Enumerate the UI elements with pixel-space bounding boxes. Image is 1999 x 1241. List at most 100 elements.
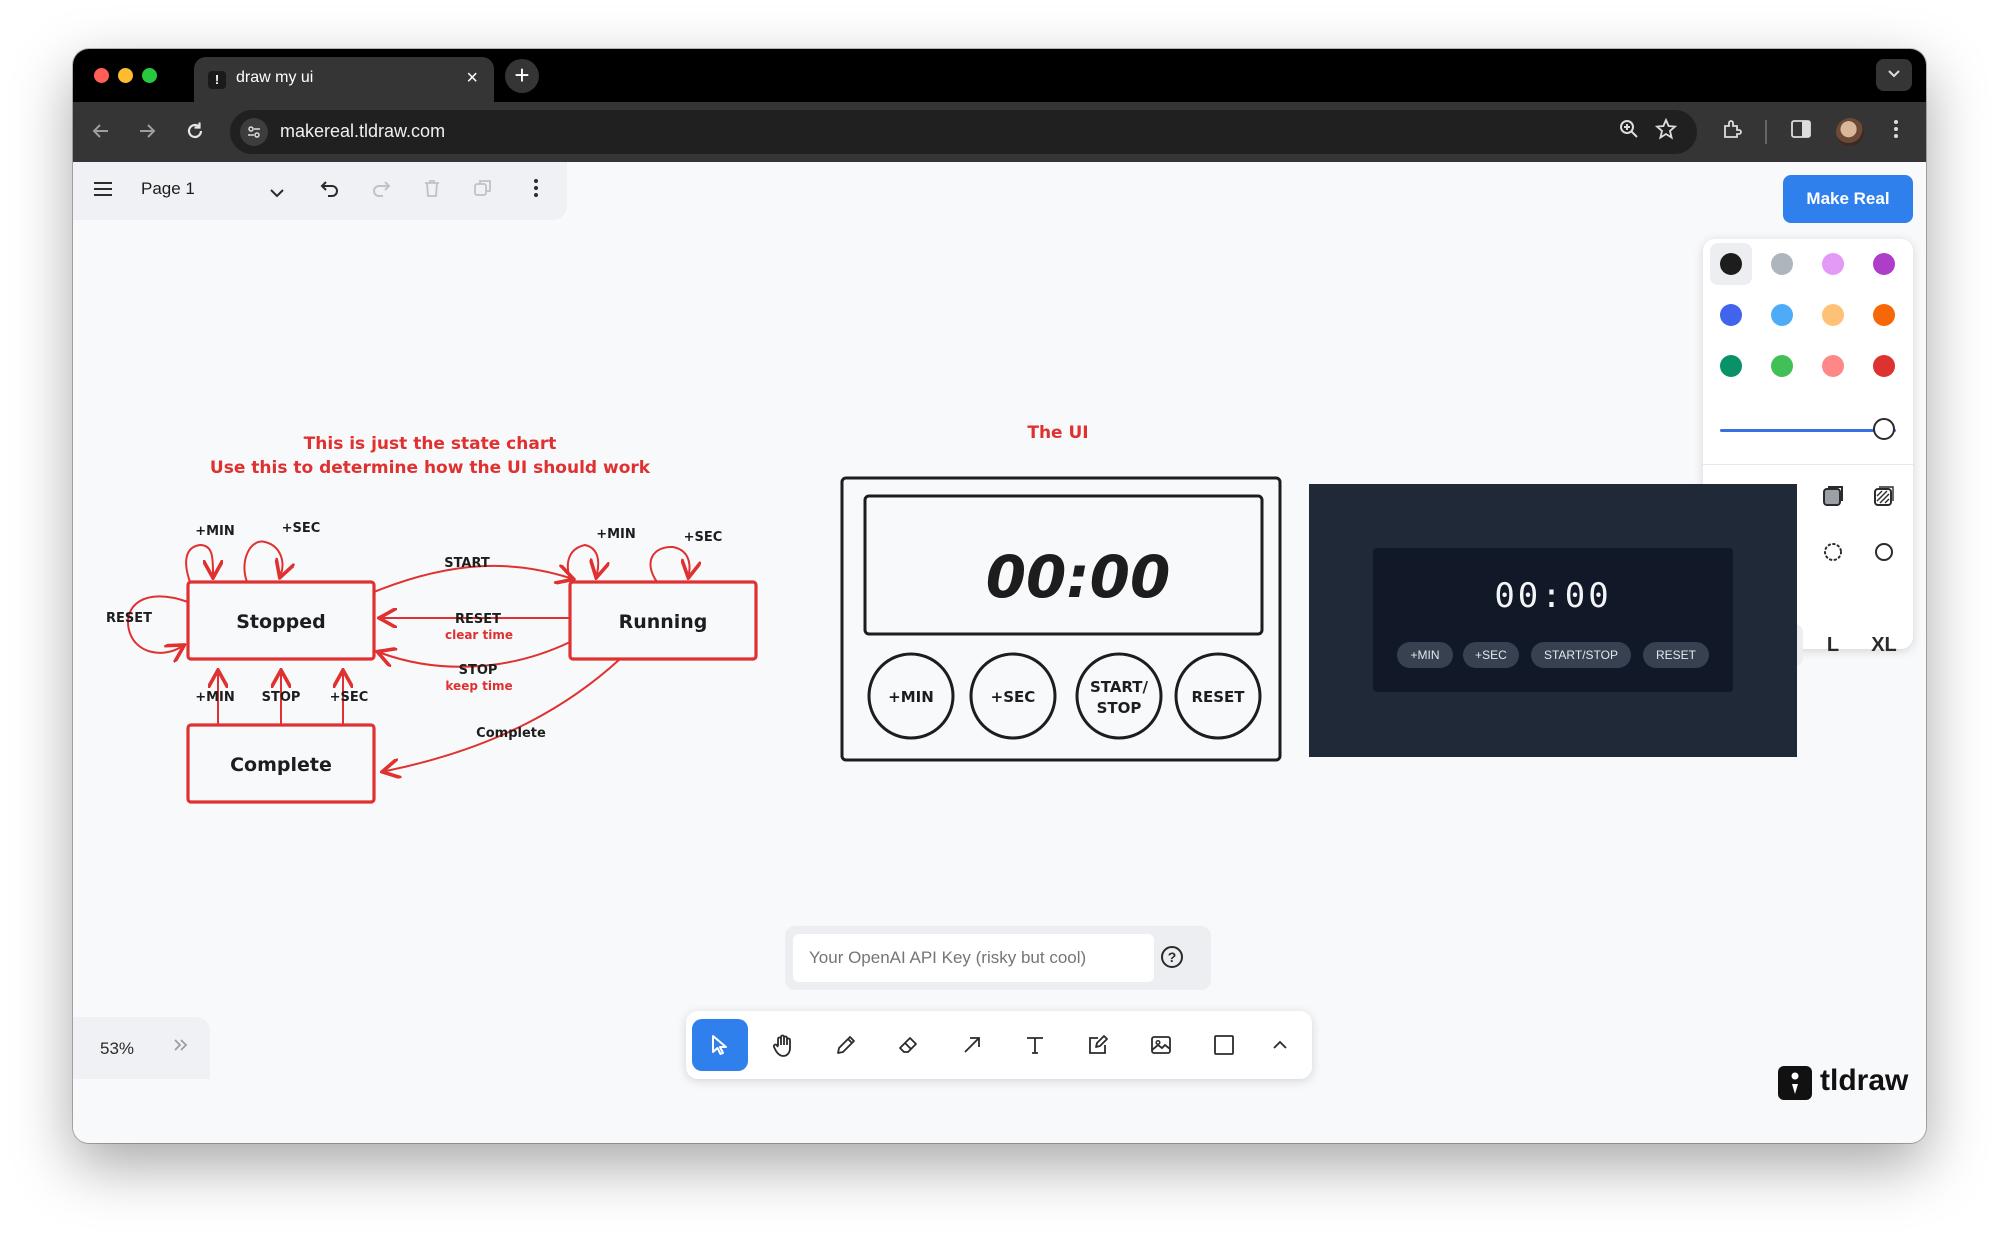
wireframe-frame[interactable]: [840, 476, 1282, 762]
wireframe-min-label: +MIN: [888, 688, 934, 706]
preview-timer-card: 00:00 +MIN +SEC START/STOP RESET: [1373, 548, 1733, 692]
url-text: makereal.tldraw.com: [280, 121, 446, 141]
brand-name: tldraw: [1820, 1064, 1909, 1097]
tldraw-canvas[interactable]: Page 1 Make Real L XL This is just the s…: [73, 162, 1926, 1143]
tool-select[interactable]: [692, 1019, 748, 1071]
zoom-panel: 53%: [73, 1017, 210, 1079]
forward-button[interactable]: [132, 116, 162, 146]
tab-title: draw my ui: [236, 69, 314, 86]
color-swatch[interactable]: [1822, 304, 1844, 326]
profile-avatar[interactable]: [1836, 118, 1864, 146]
state-chart-note-line2: Use this to determine how the UI should …: [210, 458, 651, 478]
generated-preview[interactable]: 00:00 +MIN +SEC START/STOP RESET: [1309, 484, 1797, 757]
opacity-slider-thumb[interactable]: [1873, 418, 1895, 440]
arrow-icon: [964, 1037, 980, 1053]
wireframe-heading: The UI: [1027, 423, 1088, 443]
tool-text[interactable]: [1007, 1019, 1063, 1071]
fill-pattern-icon[interactable]: [1872, 484, 1896, 508]
back-button[interactable]: [86, 116, 116, 146]
wireframe-reset-label: RESET: [1191, 688, 1245, 706]
size-option-xl[interactable]: XL: [1863, 624, 1905, 666]
wireframe-startstop-button[interactable]: [1075, 652, 1163, 740]
size-option-l[interactable]: L: [1812, 624, 1854, 666]
edge-sublabel-keep-time: keep time: [445, 679, 512, 693]
arrow-right-icon: [140, 124, 156, 138]
state-complete-label: Complete: [230, 754, 332, 776]
minimap-toggle-icon[interactable]: [173, 1036, 189, 1059]
color-swatch[interactable]: [1873, 304, 1895, 326]
complete-arrow: [386, 658, 621, 771]
color-swatch[interactable]: [1873, 253, 1895, 275]
browser-window: ! draw my ui × + makereal.tldraw.com Pag…: [73, 49, 1926, 1143]
preview-startstop-button[interactable]: START/STOP: [1531, 642, 1631, 668]
eraser-icon: [899, 1037, 917, 1053]
color-swatch[interactable]: [1771, 304, 1793, 326]
tool-draw[interactable]: [818, 1019, 874, 1071]
color-swatch[interactable]: [1873, 355, 1895, 377]
extensions-icon[interactable]: [1721, 118, 1743, 146]
wireframe-sec-label: +SEC: [991, 688, 1036, 706]
color-swatch[interactable]: [1720, 253, 1742, 275]
edge-label-running-sec: +SEC: [684, 530, 723, 545]
wireframe-time-display: 00:00: [986, 543, 1171, 611]
reload-button[interactable]: [180, 116, 210, 146]
color-swatch[interactable]: [1822, 355, 1844, 377]
api-key-panel: ?: [785, 926, 1211, 990]
browser-tab[interactable]: ! draw my ui ×: [194, 57, 494, 102]
wireframe-stop-label: STOP: [1097, 699, 1142, 717]
tools-toolbar: [686, 1011, 1312, 1079]
more-tools-button[interactable]: [1252, 1019, 1308, 1071]
side-panel-icon[interactable]: [1790, 118, 1812, 146]
more-menu-icon[interactable]: [1893, 118, 1899, 146]
color-swatch[interactable]: [1720, 355, 1742, 377]
color-swatch[interactable]: [1771, 355, 1793, 377]
dash-dotted-icon[interactable]: [1821, 540, 1845, 564]
tool-hand[interactable]: [755, 1019, 811, 1071]
tool-rectangle[interactable]: [1196, 1019, 1252, 1071]
tool-media[interactable]: [1133, 1019, 1189, 1071]
chevron-up-icon: [1273, 1040, 1287, 1049]
tab-search-button[interactable]: [1876, 59, 1912, 91]
address-bar[interactable]: makereal.tldraw.com: [230, 110, 1697, 154]
preview-time-display: 00:00: [1494, 576, 1612, 616]
tool-eraser[interactable]: [881, 1019, 937, 1071]
site-settings-icon[interactable]: [240, 118, 268, 146]
fill-solid-icon[interactable]: [1821, 484, 1845, 508]
running-min-arrow: [566, 543, 598, 583]
stopped-sec-arrow: [243, 540, 282, 583]
opacity-slider-track[interactable]: [1720, 429, 1896, 432]
api-key-input[interactable]: [793, 934, 1154, 982]
bookmark-star-icon[interactable]: [1654, 117, 1678, 146]
edge-label-reset-loop: RESET: [106, 611, 152, 626]
preview-sec-button[interactable]: +SEC: [1463, 642, 1519, 668]
state-stopped-label: Stopped: [236, 611, 326, 633]
dash-solid-icon[interactable]: [1872, 540, 1896, 564]
minimize-window-button[interactable]: [118, 68, 133, 83]
zoom-icon[interactable]: [1619, 119, 1639, 144]
edge-label-stopped-min: +MIN: [195, 524, 235, 539]
edge-label-complete: Complete: [476, 726, 546, 741]
tool-arrow[interactable]: [944, 1019, 1000, 1071]
preview-min-button[interactable]: +MIN: [1397, 642, 1453, 668]
running-sec-arrow: [649, 545, 689, 583]
state-chart-drawing[interactable]: This is just the state chart Use this to…: [73, 162, 1373, 882]
make-real-button[interactable]: Make Real: [1783, 175, 1913, 223]
stopped-min-arrow: [185, 543, 213, 583]
edge-label-bottom-min: +MIN: [195, 690, 235, 705]
new-tab-button[interactable]: +: [505, 59, 539, 93]
color-swatch[interactable]: [1822, 253, 1844, 275]
style-divider: [1703, 464, 1913, 465]
close-window-button[interactable]: [94, 68, 109, 83]
preview-reset-button[interactable]: RESET: [1643, 642, 1709, 668]
zoom-level[interactable]: 53%: [100, 1039, 134, 1059]
tool-note[interactable]: [1070, 1019, 1126, 1071]
help-icon[interactable]: ?: [1161, 946, 1183, 968]
maximize-window-button[interactable]: [142, 68, 157, 83]
state-chart-note-line1: This is just the state chart: [304, 434, 557, 454]
color-swatch[interactable]: [1771, 253, 1793, 275]
edge-label-stop: STOP: [459, 663, 498, 678]
edge-label-reset: RESET: [455, 612, 501, 627]
color-swatch[interactable]: [1720, 304, 1742, 326]
close-tab-icon[interactable]: ×: [466, 67, 478, 89]
tab-strip: ! draw my ui × +: [73, 49, 1926, 102]
